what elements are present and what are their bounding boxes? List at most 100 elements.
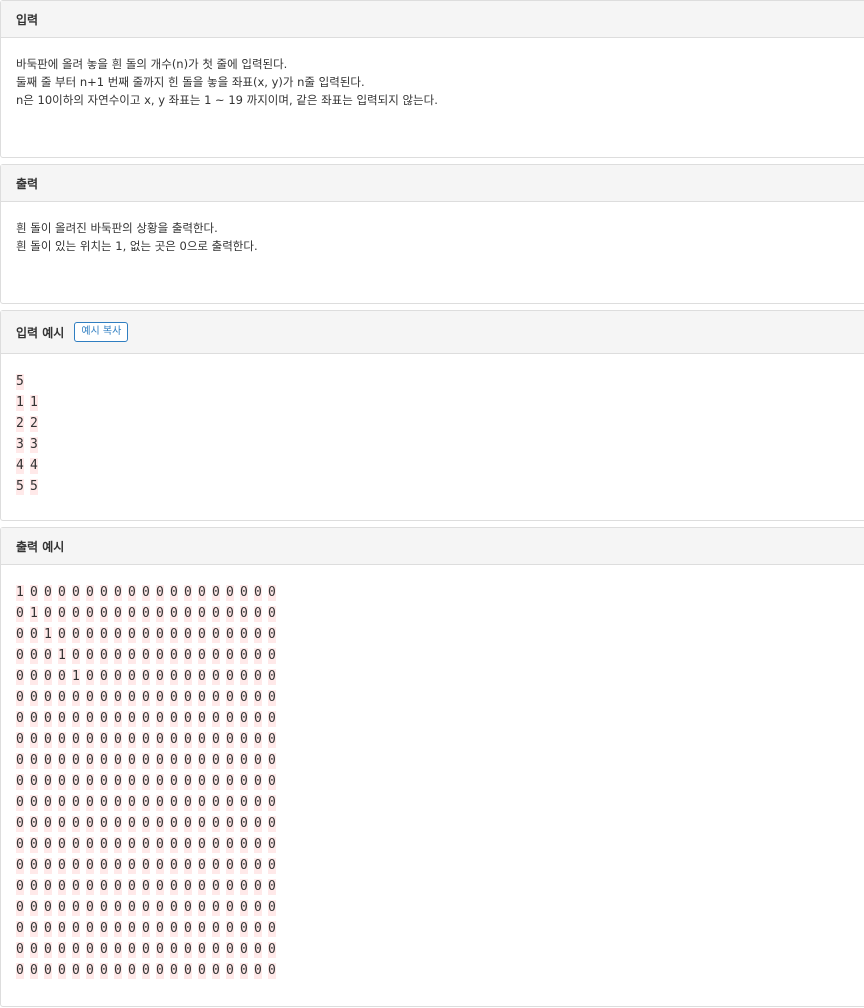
sample-value: 0 [72, 836, 86, 853]
sample-value: 0 [226, 605, 240, 622]
sample-value: 0 [114, 689, 128, 706]
sample-value: 0 [100, 836, 114, 853]
sample-value: 0 [30, 710, 44, 727]
sample-value: 0 [254, 962, 268, 979]
sample-value: 0 [142, 920, 156, 937]
sample-value: 0 [156, 647, 170, 664]
sample-value: 0 [212, 584, 226, 601]
sample-value: 0 [254, 857, 268, 874]
sample-value: 0 [114, 647, 128, 664]
sample-value: 0 [100, 731, 114, 748]
sample-value: 0 [268, 794, 282, 811]
sample-value: 0 [254, 584, 268, 601]
sample-value: 0 [184, 626, 198, 643]
sample-value: 0 [114, 815, 128, 832]
sample-value: 0 [30, 878, 44, 895]
sample-value: 0 [156, 794, 170, 811]
sample-value: 0 [58, 878, 72, 895]
sample-value: 0 [268, 920, 282, 937]
sample-line: 0000000000000000000 [16, 897, 854, 918]
sample-value: 0 [254, 689, 268, 706]
sample-value: 0 [268, 752, 282, 769]
sample-value: 0 [240, 836, 254, 853]
sample-value: 0 [212, 878, 226, 895]
sample-value: 0 [268, 668, 282, 685]
sample-value: 0 [72, 794, 86, 811]
sample-value: 0 [30, 962, 44, 979]
output-example-panel: 출력 예시 1000000000000000000010000000000000… [0, 527, 864, 1007]
sample-value: 0 [16, 647, 30, 664]
sample-value: 3 [16, 436, 30, 453]
sample-value: 0 [184, 689, 198, 706]
sample-line: 5 [16, 371, 854, 392]
sample-value: 0 [156, 752, 170, 769]
sample-value: 0 [30, 626, 44, 643]
sample-value: 0 [114, 794, 128, 811]
sample-line: 33 [16, 434, 854, 455]
sample-value: 0 [86, 815, 100, 832]
sample-value: 0 [198, 962, 212, 979]
sample-value: 0 [16, 626, 30, 643]
sample-value: 0 [226, 857, 240, 874]
sample-value: 0 [226, 794, 240, 811]
sample-value: 0 [114, 836, 128, 853]
sample-value: 0 [268, 605, 282, 622]
sample-value: 0 [44, 878, 58, 895]
sample-value: 0 [72, 605, 86, 622]
sample-value: 0 [100, 857, 114, 874]
sample-value: 0 [142, 731, 156, 748]
sample-value: 0 [226, 962, 240, 979]
sample-value: 5 [16, 373, 30, 390]
sample-value: 0 [198, 584, 212, 601]
sample-value: 0 [58, 794, 72, 811]
sample-value: 0 [86, 878, 100, 895]
sample-value: 0 [128, 668, 142, 685]
sample-line: 0000000000000000000 [16, 939, 854, 960]
sample-value: 0 [16, 710, 30, 727]
sample-value: 0 [184, 605, 198, 622]
sample-value: 0 [142, 773, 156, 790]
sample-value: 0 [156, 584, 170, 601]
sample-value: 0 [58, 752, 72, 769]
sample-value: 0 [72, 710, 86, 727]
sample-value: 0 [184, 647, 198, 664]
sample-value: 0 [240, 584, 254, 601]
sample-value: 0 [198, 899, 212, 916]
sample-value: 0 [16, 899, 30, 916]
sample-value: 0 [184, 836, 198, 853]
sample-value: 0 [170, 941, 184, 958]
sample-value: 0 [16, 752, 30, 769]
sample-value: 0 [100, 752, 114, 769]
sample-value: 0 [170, 731, 184, 748]
sample-value: 0 [212, 689, 226, 706]
sample-value: 0 [212, 710, 226, 727]
sample-value: 0 [86, 857, 100, 874]
sample-value: 0 [156, 710, 170, 727]
copy-example-button[interactable]: 예시 복사 [74, 322, 129, 342]
sample-value: 0 [86, 668, 100, 685]
sample-value: 0 [240, 794, 254, 811]
output-panel-title: 출력 [16, 176, 39, 191]
sample-value: 0 [86, 689, 100, 706]
sample-value: 0 [212, 647, 226, 664]
sample-value: 0 [58, 857, 72, 874]
sample-line: 0000000000000000000 [16, 960, 854, 981]
sample-value: 0 [212, 815, 226, 832]
sample-value: 0 [128, 857, 142, 874]
sample-value: 0 [114, 584, 128, 601]
sample-value: 0 [254, 752, 268, 769]
sample-value: 0 [114, 857, 128, 874]
sample-value: 0 [142, 626, 156, 643]
sample-value: 0 [240, 710, 254, 727]
sample-value: 0 [212, 773, 226, 790]
sample-value: 0 [44, 668, 58, 685]
sample-value: 0 [184, 752, 198, 769]
sample-value: 0 [44, 794, 58, 811]
sample-value: 0 [58, 731, 72, 748]
sample-value: 0 [44, 773, 58, 790]
sample-value: 0 [268, 773, 282, 790]
sample-value: 0 [212, 731, 226, 748]
sample-value: 0 [142, 857, 156, 874]
sample-value: 0 [268, 899, 282, 916]
sample-line: 0000000000000000000 [16, 708, 854, 729]
